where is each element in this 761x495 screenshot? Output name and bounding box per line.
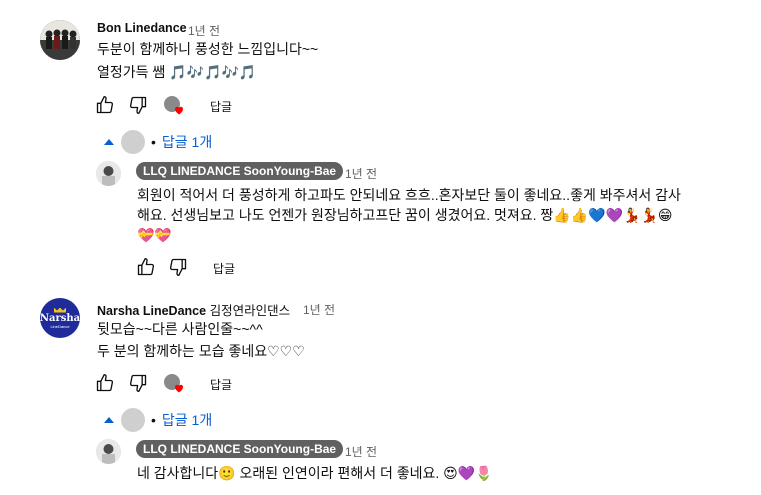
thumbs-up-icon (96, 96, 114, 114)
thumbs-up-icon (137, 258, 155, 276)
thumbs-down-icon (129, 96, 147, 115)
smile-emoji: 🙂 (218, 465, 236, 481)
replies-toggle[interactable]: • 답글 1개 (103, 130, 212, 154)
avatar-logo-text: Narsha (40, 312, 80, 324)
like-button[interactable] (135, 256, 157, 278)
avatar[interactable] (40, 20, 80, 60)
music-notes-emoji: 🎵🎶🎵🎶🎵 (169, 64, 257, 80)
reply-emoji-line: 💝💝 (137, 227, 172, 243)
dislike-button[interactable] (167, 256, 189, 278)
bullet: • (151, 412, 156, 428)
avatar[interactable]: Narsha LineDance (40, 298, 80, 338)
creator-heart-icon (175, 384, 183, 393)
comment-text-line: 두분이 함께하니 풍성한 느낌입니다~~ (97, 41, 319, 57)
reply-text-line: 회원이 적어서 더 풍성하게 하고파도 안되네요 흐흐..혼자보단 둘이 좋네요… (137, 187, 681, 203)
thumbs-down-icon (169, 258, 187, 276)
dislike-button[interactable] (127, 372, 149, 394)
comment-author[interactable]: Bon Linedance (97, 21, 187, 35)
creator-heart-icon (175, 106, 183, 115)
creator-badge[interactable]: LLQ LINEDANCE SoonYoung-Bae (136, 162, 344, 180)
comment-text-line: 뒷모습~~다른 사람인줄~~^^ (97, 321, 263, 337)
comment-text: 열정가득 쌤 (97, 64, 166, 80)
author-name-suffix: 김정연라인댄스 (209, 304, 291, 318)
like-button[interactable] (94, 372, 116, 394)
reply-text-rest: 오래된 인연이라 편해서 더 좋네요. (235, 465, 440, 481)
crown-icon (54, 307, 66, 313)
caret-up-icon (104, 139, 114, 145)
author-name: Narsha LineDance (97, 304, 207, 318)
reply-emoji: 👍👍💙💜💃💃😁 (553, 207, 673, 223)
comment-timestamp[interactable]: 1년 전 (303, 301, 335, 318)
like-button[interactable] (94, 94, 116, 116)
comment-text-line-2: 두 분의 함께하는 모습 좋네요♡♡♡ (97, 343, 305, 359)
thumbs-down-icon (129, 374, 147, 392)
replies-count: 답글 1개 (161, 134, 213, 150)
avatar-logo-subtext: LineDance (50, 323, 70, 329)
reply-button[interactable]: 답글 (210, 98, 232, 115)
reply-text: 해요. 선생님보고 나도 언젠가 원장님하고프단 꿈이 생겼어요. 멋져요. 짱 (137, 207, 554, 223)
creator-heart (164, 96, 186, 118)
comment-text-line-2: 열정가득 쌤 🎵🎶🎵🎶🎵 (97, 61, 256, 83)
reply-button[interactable]: 답글 (210, 376, 232, 393)
reply-avatar[interactable] (96, 439, 121, 464)
creator-badge[interactable]: LLQ LINEDANCE SoonYoung-Bae (136, 440, 344, 458)
bullet: • (151, 134, 156, 150)
comment-timestamp[interactable]: 1년 전 (188, 22, 220, 39)
creator-avatar-small (121, 408, 145, 432)
reply-text-line: 네 감사합니다🙂 오래된 인연이라 편해서 더 좋네요. 😍💜🌷 (137, 462, 493, 484)
creator-heart (164, 374, 186, 396)
reply-timestamp[interactable]: 1년 전 (345, 443, 377, 460)
reply-button[interactable]: 답글 (213, 260, 235, 277)
caret-up-icon (104, 417, 114, 423)
thumbs-up-icon (96, 374, 114, 392)
reply-text-line-2: 해요. 선생님보고 나도 언젠가 원장님하고프단 꿈이 생겼어요. 멋져요. 짱… (137, 204, 673, 226)
creator-avatar-small (121, 130, 145, 154)
replies-toggle[interactable]: • 답글 1개 (103, 408, 212, 432)
replies-count: 답글 1개 (161, 412, 213, 428)
reply-timestamp[interactable]: 1년 전 (345, 165, 377, 182)
reply-text: 네 감사합니다 (137, 465, 219, 481)
reply-avatar[interactable] (96, 161, 121, 186)
reply-trail-emoji: 😍💜🌷 (443, 465, 493, 481)
comment-author[interactable]: Narsha LineDance 김정연라인댄스 (97, 300, 290, 319)
dislike-button[interactable] (127, 94, 149, 116)
